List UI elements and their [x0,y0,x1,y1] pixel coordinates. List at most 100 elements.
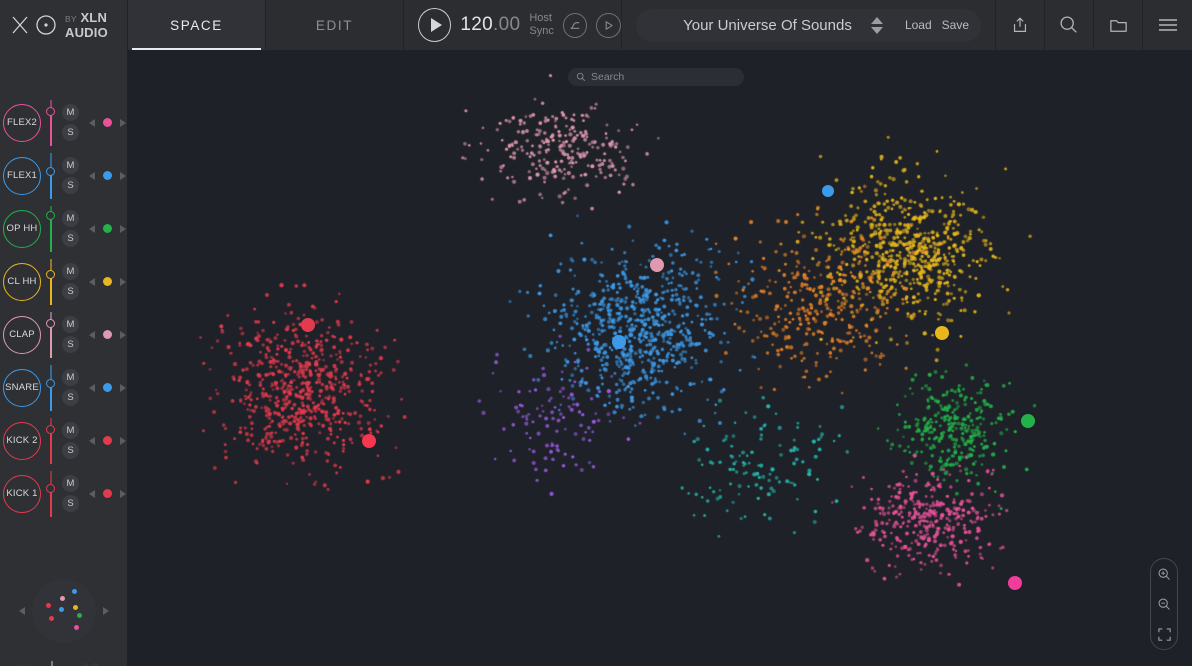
fader-knob[interactable] [46,319,55,328]
track-fader[interactable] [44,153,58,199]
next-sample-arrow-icon[interactable] [120,384,126,392]
prev-sample-arrow-icon[interactable] [89,331,95,339]
prev-sample-arrow-icon[interactable] [89,384,95,392]
selected-sample-dot[interactable] [1021,414,1035,428]
selected-sample-dot[interactable] [1008,576,1022,590]
track-color-dot[interactable] [103,330,112,339]
selected-sample-dot[interactable] [362,434,376,448]
track-pad-flex2[interactable]: FLEX2 [3,104,41,142]
mute-button[interactable]: M [62,210,79,227]
mute-button[interactable]: M [62,104,79,121]
solo-button[interactable]: S [62,442,79,459]
prev-sample-arrow-icon[interactable] [89,490,95,498]
prev-sample-arrow-icon[interactable] [89,278,95,286]
track-color-dot[interactable] [103,436,112,445]
host-sync-label[interactable]: Host Sync [529,12,553,38]
fader-knob[interactable] [46,167,55,176]
next-sample-arrow-icon[interactable] [120,119,126,127]
tempo-display[interactable]: 120.00 [460,14,520,36]
track-color-dot[interactable] [103,171,112,180]
track-pad-clhh[interactable]: CL HH [3,263,41,301]
track-fader[interactable] [44,206,58,252]
track-fader[interactable] [44,100,58,146]
prev-kit-arrow-icon[interactable] [19,607,25,615]
search-button[interactable] [1045,0,1094,50]
track-color-dot[interactable] [103,383,112,392]
play-button[interactable] [418,8,451,42]
solo-button[interactable]: S [62,389,79,406]
selected-sample-dot[interactable] [935,326,949,340]
next-sample-arrow-icon[interactable] [120,172,126,180]
mute-button[interactable]: M [62,422,79,439]
fader-knob[interactable] [46,211,55,220]
kit-overview-circle[interactable] [32,579,96,643]
track-pad-flex1[interactable]: FLEX1 [3,157,41,195]
zoom-in-button[interactable] [1157,567,1172,582]
solo-button[interactable]: S [62,230,79,247]
preset-name[interactable]: Your Universe Of Sounds [636,17,871,34]
output-fader[interactable] [45,661,59,666]
load-button[interactable]: Load [905,18,932,32]
selected-sample-dot[interactable] [612,335,626,349]
fit-to-screen-button[interactable] [1157,627,1172,642]
solo-button[interactable]: S [62,177,79,194]
next-sample-arrow-icon[interactable] [120,278,126,286]
mute-solo-group: MS [62,422,79,459]
preset-spinner[interactable] [871,17,883,34]
spinner-up-icon[interactable] [871,17,883,24]
track-pad-kick1[interactable]: KICK 1 [3,475,41,513]
next-sample-arrow-icon[interactable] [120,437,126,445]
export-button[interactable] [996,0,1045,50]
fader-knob[interactable] [46,425,55,434]
prev-sample-arrow-icon[interactable] [89,225,95,233]
tab-space[interactable]: SPACE [128,0,266,50]
search-field[interactable]: Search [568,68,744,86]
mute-button[interactable]: M [62,369,79,386]
selected-sample-dot[interactable] [650,258,664,272]
track-pad-clap[interactable]: CLAP [3,316,41,354]
track-pad-snare[interactable]: SNARE [3,369,41,407]
tab-edit[interactable]: EDIT [266,0,404,50]
fader-knob[interactable] [46,484,55,493]
track-color-dot[interactable] [103,489,112,498]
solo-button[interactable]: S [62,283,79,300]
track-color-dot[interactable] [103,224,112,233]
prev-sample-arrow-icon[interactable] [89,119,95,127]
save-button[interactable]: Save [942,18,969,32]
next-kit-arrow-icon[interactable] [103,607,109,615]
loop-play-button[interactable] [596,13,621,38]
solo-button[interactable]: S [62,495,79,512]
track-color-dot[interactable] [103,277,112,286]
menu-button[interactable] [1143,0,1192,50]
track-fader[interactable] [44,259,58,305]
next-sample-arrow-icon[interactable] [120,331,126,339]
track-color-dot[interactable] [103,118,112,127]
fader-knob[interactable] [46,270,55,279]
track-fader[interactable] [44,471,58,517]
mute-button[interactable]: M [62,157,79,174]
mute-button[interactable]: M [62,263,79,280]
folder-button[interactable] [1094,0,1143,50]
sample-space-canvas[interactable]: Search [128,50,1192,666]
mute-button[interactable]: M [62,475,79,492]
solo-button[interactable]: S [62,124,79,141]
solo-button[interactable]: S [62,336,79,353]
next-sample-arrow-icon[interactable] [120,490,126,498]
next-sample-arrow-icon[interactable] [120,225,126,233]
selected-sample-dot[interactable] [301,318,315,332]
prev-sample-arrow-icon[interactable] [89,437,95,445]
track-fader[interactable] [44,418,58,464]
preset-browser[interactable]: Your Universe Of Sounds Load Save [636,9,981,42]
track-pad-kick2[interactable]: KICK 2 [3,422,41,460]
prev-sample-arrow-icon[interactable] [89,172,95,180]
zoom-out-button[interactable] [1157,597,1172,612]
mute-button[interactable]: M [62,316,79,333]
fader-knob[interactable] [46,107,55,116]
tempo-curve-button[interactable] [563,13,588,38]
track-fader[interactable] [44,365,58,411]
fader-knob[interactable] [46,379,55,388]
track-fader[interactable] [44,312,58,358]
spinner-down-icon[interactable] [871,27,883,34]
track-pad-ophh[interactable]: OP HH [3,210,41,248]
selected-sample-dot[interactable] [822,185,834,197]
